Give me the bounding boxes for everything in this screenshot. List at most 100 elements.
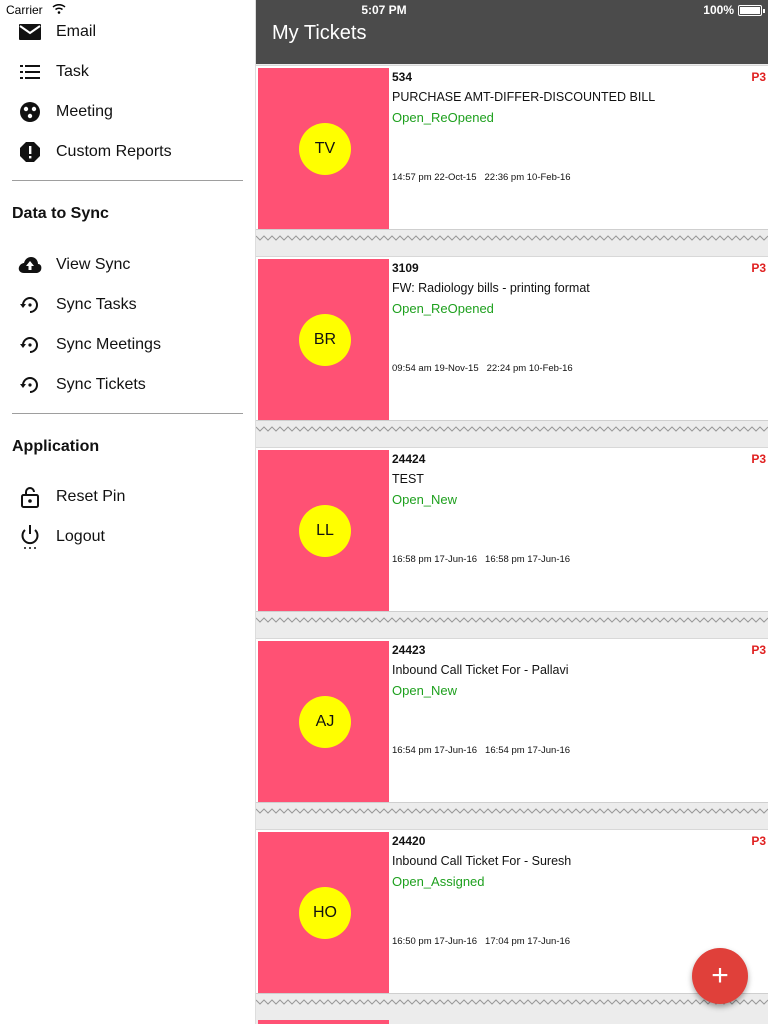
ticket-subject: FW: Radiology bills - printing format (392, 281, 590, 295)
drawer-item-label: View Sync (56, 256, 131, 273)
add-ticket-button[interactable]: + (692, 948, 748, 1004)
ticket-dates: 16:50 pm 17-Jun-16 17:04 pm 17-Jun-16 (392, 936, 578, 947)
report-icon (14, 140, 46, 164)
ticket-id: 3109 (392, 261, 419, 275)
avatar: AJ (299, 696, 351, 748)
ticket-dates: 16:54 pm 17-Jun-16 16:54 pm 17-Jun-16 (392, 745, 578, 756)
ticket-status: Open_Assigned (392, 874, 485, 889)
ticket-status: Open_New (392, 683, 458, 698)
priority-badge: P3 (751, 452, 766, 466)
ticket-id: 24423 (392, 643, 426, 657)
carrier-label: Carrier (6, 3, 43, 17)
lock-icon (14, 485, 46, 509)
sync-history-icon (14, 373, 46, 397)
ticket-thumbnail: HO (258, 832, 389, 993)
ticket-subject: Inbound Call Ticket For - Pallavi (392, 663, 569, 677)
priority-badge: P3 (751, 643, 766, 657)
plus-icon: + (711, 959, 729, 992)
updated-date: 17:04 pm 17-Jun-16 (485, 936, 571, 947)
avatar: TV (299, 123, 351, 175)
ticket-dates: 16:58 pm 17-Jun-16 16:58 pm 17-Jun-16 (392, 554, 578, 565)
avatar: HO (299, 887, 351, 939)
ticket-dates: 14:57 pm 22-Oct-15 22:36 pm 10-Feb-16 (392, 172, 579, 183)
clock: 5:07 PM (361, 3, 407, 17)
drawer-item-label: Sync Tasks (56, 296, 137, 313)
drawer-item-label: Sync Tickets (56, 376, 146, 393)
ticket-id: 24424 (392, 452, 426, 466)
drawer-item-label: Logout (56, 528, 105, 545)
updated-date: 16:58 pm 17-Jun-16 (485, 554, 571, 565)
drawer-item-label: Custom Reports (56, 143, 172, 160)
ticket-card[interactable]: BR 3109 P3 FW: Radiology bills - printin… (256, 256, 768, 421)
page-title: My Tickets (272, 22, 367, 44)
ticket-thumbnail: LL (258, 450, 389, 611)
created-date: 16:58 pm 17-Jun-16 (392, 554, 478, 565)
power-icon (14, 525, 46, 549)
priority-badge: P3 (751, 70, 766, 84)
ticket-status: Open_ReOpened (392, 110, 494, 125)
battery-percentage: 100% (703, 3, 734, 17)
drawer-item-label: Email (56, 23, 97, 40)
drawer-item-label: Task (56, 63, 89, 80)
drawer-item-task[interactable]: Task (0, 52, 256, 92)
drawer-item-custom-reports[interactable]: Custom Reports (0, 132, 256, 172)
mail-icon (14, 20, 46, 44)
drawer-item-logout[interactable]: Logout (0, 517, 256, 557)
battery-icon (738, 5, 765, 16)
drawer-item-sync-meetings[interactable]: Sync Meetings (0, 325, 256, 365)
section-header-application: Application (12, 438, 100, 455)
drawer-item-meeting[interactable]: Meeting (0, 92, 256, 132)
list-icon (14, 60, 46, 84)
updated-date: 22:24 pm 10-Feb-16 (486, 363, 573, 374)
card-divider (256, 808, 768, 814)
ticket-card[interactable]: HO 24420 P3 Inbound Call Ticket For - Su… (256, 829, 768, 994)
wifi-icon (52, 3, 66, 15)
navigation-drawer: Email Task Meeting Custom Reports Data t… (0, 0, 256, 1024)
ticket-card[interactable]: TV 534 P3 PURCHASE AMT-DIFFER-DISCOUNTED… (256, 65, 768, 230)
ticket-id: 534 (392, 70, 413, 84)
tickets-screen: My Tickets TV 534 P3 PURCHASE AMT-DIFFER… (256, 0, 768, 1024)
drawer-item-sync-tickets[interactable]: Sync Tickets (0, 365, 256, 405)
avatar: BR (299, 314, 351, 366)
drawer-divider (12, 413, 243, 414)
section-header-data-to-sync: Data to Sync (12, 205, 109, 222)
ticket-thumbnail: BR (258, 259, 389, 420)
ticket-subject: Inbound Call Ticket For - Suresh (392, 854, 572, 868)
ticket-thumbnail: AJ (258, 641, 389, 802)
ticket-card[interactable]: AJ 24423 P3 Inbound Call Ticket For - Pa… (256, 638, 768, 803)
ticket-status: Open_ReOpened (392, 301, 494, 316)
next-ticket-thumbnail (258, 1020, 389, 1024)
ticket-dates: 09:54 am 19-Nov-15 22:24 pm 10-Feb-16 (392, 363, 581, 374)
priority-badge: P3 (751, 834, 766, 848)
created-date: 14:57 pm 22-Oct-15 (392, 172, 477, 183)
drawer-item-label: Sync Meetings (56, 336, 161, 353)
card-divider (256, 999, 768, 1005)
updated-date: 16:54 pm 17-Jun-16 (485, 745, 571, 756)
card-divider (256, 426, 768, 432)
sync-history-icon (14, 333, 46, 357)
created-date: 16:54 pm 17-Jun-16 (392, 745, 478, 756)
updated-date: 22:36 pm 10-Feb-16 (484, 172, 571, 183)
priority-badge: P3 (751, 261, 766, 275)
cloud-upload-icon (14, 253, 46, 277)
status-bar: Carrier 5:07 PM 100% (0, 0, 768, 20)
ticket-subject: TEST (392, 472, 424, 486)
drawer-divider (12, 180, 243, 181)
drawer-item-label: Reset Pin (56, 488, 126, 505)
card-divider (256, 617, 768, 623)
created-date: 16:50 pm 17-Jun-16 (392, 936, 478, 947)
ticket-id: 24420 (392, 834, 426, 848)
created-date: 09:54 am 19-Nov-15 (392, 363, 479, 374)
drawer-item-sync-tasks[interactable]: Sync Tasks (0, 285, 256, 325)
drawer-item-reset-pin[interactable]: Reset Pin (0, 477, 256, 517)
drawer-item-view-sync[interactable]: View Sync (0, 245, 256, 285)
card-divider (256, 235, 768, 241)
drawer-item-label: Meeting (56, 103, 113, 120)
ticket-thumbnail: TV (258, 68, 389, 229)
ticket-card[interactable]: LL 24424 P3 TEST Open_New 16:58 pm 17-Ju… (256, 447, 768, 612)
avatar: LL (299, 505, 351, 557)
ticket-subject: PURCHASE AMT-DIFFER-DISCOUNTED BILL (392, 90, 656, 104)
sync-history-icon (14, 293, 46, 317)
meeting-icon (14, 100, 46, 124)
ticket-status: Open_New (392, 492, 458, 507)
